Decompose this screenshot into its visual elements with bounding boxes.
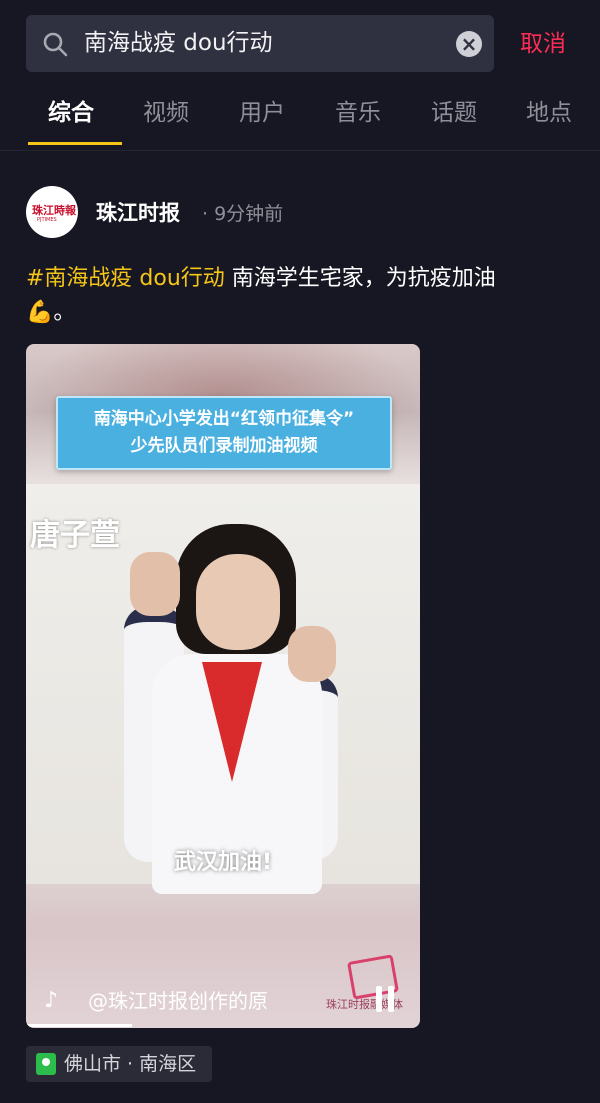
search-box[interactable]: 南海战疫 dou行动 × (26, 15, 494, 72)
tab-topics[interactable]: 话题 (431, 96, 477, 130)
video-figure-fist-right (288, 626, 336, 682)
banner-line-1: 南海中心小学发出“红领巾征集令” (93, 409, 355, 429)
location-label: 佛山市 · 南海区 (64, 1053, 197, 1075)
video-figure-face (196, 554, 280, 650)
caption-text: 南海学生宅家，为抗疫加油 (224, 266, 496, 291)
video-banner: 南海中心小学发出“红领巾征集令” 少先队员们录制加油视频 (56, 396, 392, 470)
video-progress-bar[interactable] (26, 1024, 133, 1027)
video-creator-link[interactable]: @珠江时报创作的原 (88, 986, 268, 1016)
clear-icon[interactable]: × (456, 31, 482, 57)
hashtag-link[interactable]: #南海战疫 dou行动 (26, 266, 225, 291)
search-tabs: 综合 视频 用户 音乐 话题 地点 (0, 96, 600, 148)
header-divider (0, 150, 600, 151)
video-slogan: 武汉加油! (173, 850, 273, 875)
avatar[interactable]: 珠江時報 PJTIMES (26, 186, 78, 238)
post-caption: #南海战疫 dou行动 南海学生宅家，为抗疫加油 💪。 (26, 262, 576, 330)
avatar-logo-sub: PJTIMES (37, 217, 57, 223)
tab-places[interactable]: 地点 (526, 96, 572, 130)
cancel-button[interactable]: 取消 (520, 28, 566, 60)
post-time: · 9分钟前 (202, 203, 284, 225)
video-player[interactable]: 南海中心小学发出“红领巾征集令” 少先队员们录制加油视频 唐子萱 武汉加油! 珠… (26, 344, 420, 1028)
tab-videos[interactable]: 视频 (143, 96, 189, 130)
tab-users[interactable]: 用户 (239, 96, 285, 130)
tab-music[interactable]: 音乐 (335, 96, 381, 130)
video-figure-fist-left (130, 552, 180, 616)
search-icon (43, 32, 68, 57)
tiktok-icon: ♪ (44, 988, 59, 1013)
active-tab-indicator (28, 142, 122, 145)
banner-line-2: 少先队员们录制加油视频 (130, 436, 318, 456)
location-pin-icon (36, 1053, 56, 1075)
avatar-logo: 珠江時報 (32, 204, 76, 217)
video-name-tag: 唐子萱 (30, 518, 120, 553)
location-tag[interactable]: 佛山市 · 南海区 (26, 1046, 212, 1082)
pause-icon[interactable] (374, 986, 398, 1012)
video-figure-scarf (202, 662, 262, 782)
tab-comprehensive[interactable]: 综合 (48, 96, 94, 130)
caption-emoji: 💪。 (26, 300, 76, 325)
author-name[interactable]: 珠江时报 (96, 198, 180, 228)
search-header: 南海战疫 dou行动 × 取消 (0, 0, 600, 88)
search-input[interactable]: 南海战疫 dou行动 (84, 27, 273, 59)
